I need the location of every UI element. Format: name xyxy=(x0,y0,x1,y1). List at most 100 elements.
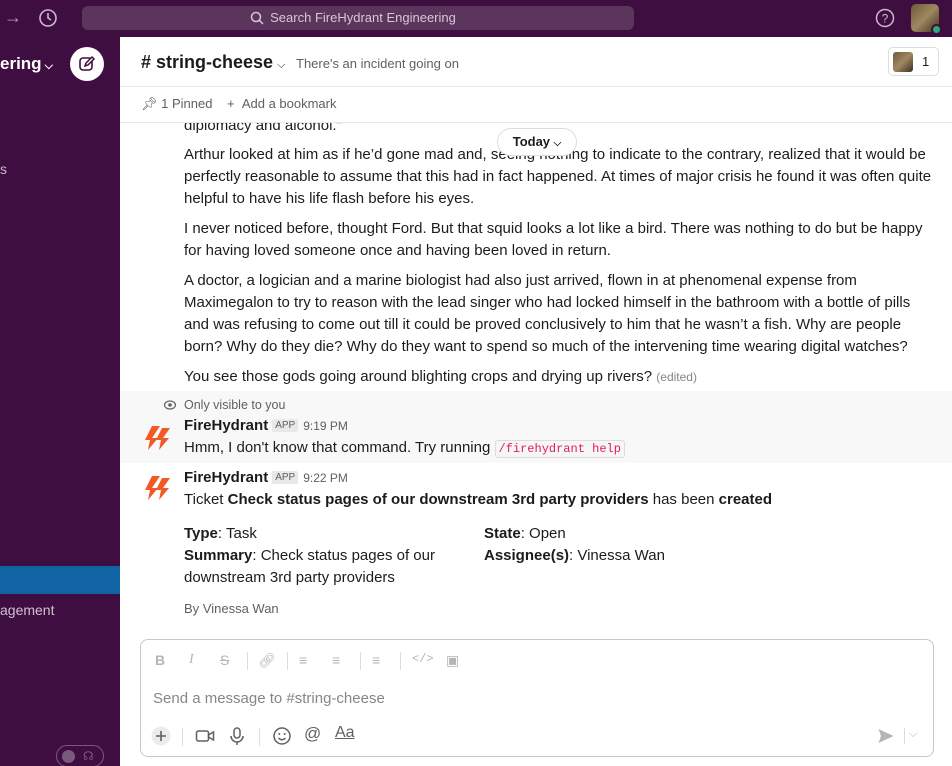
field-label: Summary xyxy=(184,547,253,564)
visibility-note: Only visible to you xyxy=(184,398,286,412)
sidebar-item-active[interactable] xyxy=(0,566,120,594)
edited-label: (edited) xyxy=(656,370,697,384)
channel-header: # string-cheese ⌵ There's an incident goi… xyxy=(120,37,952,87)
date-divider-button[interactable]: Today ⌵ xyxy=(497,128,577,156)
emoji-icon[interactable] xyxy=(272,726,292,746)
formatting-icon[interactable]: Aa xyxy=(335,724,355,744)
history-icon[interactable] xyxy=(38,8,58,28)
mention-icon[interactable]: @ xyxy=(304,724,321,744)
field-label: Assignee(s) xyxy=(484,547,570,564)
channel-topic[interactable]: There's an incident going on xyxy=(296,56,459,71)
ephemeral-message: Only visible to you FireHydrant APP 9:19 P… xyxy=(120,391,952,463)
blockquote-icon[interactable]: ≡ xyxy=(372,652,380,672)
message-list: diplomacy and alcohol.” Arthur looked at… xyxy=(120,123,952,638)
channel-name-button[interactable]: # string-cheese ⌵ xyxy=(141,52,285,73)
message-text: Hmm, I don't know that command. Try runn… xyxy=(184,439,491,456)
field-label: Type xyxy=(184,525,218,542)
date-divider-label: Today xyxy=(512,134,551,149)
toolbar-divider xyxy=(904,728,905,744)
toggle-knob xyxy=(62,749,75,763)
channel-name: # string-cheese xyxy=(141,52,274,72)
chevron-down-icon[interactable]: ⌵ xyxy=(909,728,917,741)
message-composer[interactable]: B I S 🔗︎ ≡ ≡ ≡ </> ▣ Send a message to #… xyxy=(140,639,934,757)
firehydrant-logo-icon[interactable] xyxy=(140,470,176,506)
search-bar[interactable]: Search FireHydrant Engineering xyxy=(82,6,634,30)
toolbar-divider xyxy=(182,728,183,746)
bulleted-list-icon[interactable]: ≡ xyxy=(332,652,340,672)
user-avatar[interactable] xyxy=(911,4,942,35)
field-value: : Check status pages of our xyxy=(252,547,435,564)
compose-icon xyxy=(79,55,96,71)
ordered-list-icon[interactable]: ≡ xyxy=(299,652,307,672)
help-icon[interactable]: ? xyxy=(875,8,895,28)
compose-button[interactable] xyxy=(70,47,104,81)
plus-circle-icon[interactable] xyxy=(151,726,171,746)
ticket-state-field: State: Open xyxy=(484,523,566,545)
bold-icon[interactable]: B xyxy=(155,652,165,672)
search-placeholder: Search FireHydrant Engineering xyxy=(270,10,456,25)
sender-name[interactable]: FireHydrant xyxy=(184,417,268,434)
sidebar-item-management[interactable]: agement xyxy=(0,602,54,618)
message-input[interactable]: Send a message to #string-cheese xyxy=(153,690,385,707)
pin-icon: 📌︎ xyxy=(141,96,158,111)
microphone-icon[interactable] xyxy=(228,726,246,746)
ticket-status-word: created xyxy=(718,491,773,508)
search-icon xyxy=(250,11,264,25)
ticket-summary-field-cont: downstream 3rd party providers xyxy=(184,569,395,586)
timestamp[interactable]: 9:19 PM xyxy=(303,419,348,433)
pinned-button[interactable]: 📌︎ 1 Pinned xyxy=(141,96,212,112)
toolbar-divider xyxy=(247,652,248,670)
members-button[interactable]: 1 xyxy=(888,47,939,76)
sender-name[interactable]: FireHydrant xyxy=(184,469,268,486)
message-header: FireHydrant APP 9:22 PM xyxy=(184,469,348,486)
chevron-down-icon: ⌵ xyxy=(277,59,286,71)
italic-icon[interactable]: I xyxy=(189,652,194,672)
app-badge: APP xyxy=(272,471,299,484)
headphones-icon: ☊ xyxy=(83,749,94,763)
message-header: FireHydrant APP 9:19 PM xyxy=(184,417,348,434)
sidebar-item-partial[interactable]: s xyxy=(0,161,7,177)
ticket-summary-field: Summary: Check status pages of our xyxy=(184,545,435,567)
strikethrough-icon[interactable]: S xyxy=(220,652,229,672)
add-bookmark-button[interactable]: + Add a bookmark xyxy=(227,96,337,111)
member-avatar xyxy=(893,52,913,72)
ticket-assignee-field: Assignee(s): Vinessa Wan xyxy=(484,545,665,567)
code-icon[interactable]: </> xyxy=(412,652,434,672)
code-block-icon[interactable]: ▣ xyxy=(446,652,459,672)
ticket-title: Check status pages of our downstream 3rd… xyxy=(227,491,649,508)
field-value: : Task xyxy=(217,525,257,542)
message-paragraph: A doctor, a logician and a marine biolog… xyxy=(184,272,911,355)
app-badge: APP xyxy=(272,419,299,432)
ticket-summary-line: Ticket Check status pages of our downstr… xyxy=(184,489,772,511)
presence-indicator xyxy=(931,24,942,35)
chevron-down-icon: ⌵ xyxy=(44,60,53,72)
forward-arrow-icon[interactable]: → xyxy=(4,7,22,27)
message-body: Hmm, I don't know that command. Try runn… xyxy=(184,437,625,460)
ticket-middle: has been xyxy=(652,491,715,508)
toolbar-divider xyxy=(360,652,361,670)
add-bookmark-label: Add a bookmark xyxy=(241,96,337,111)
workspace-menu[interactable]: ering ⌵ xyxy=(0,54,53,74)
command-code: /firehydrant help xyxy=(494,440,625,458)
svg-text:?: ? xyxy=(882,12,889,26)
timestamp[interactable]: 9:22 PM xyxy=(303,471,348,485)
ticket-prefix: Ticket xyxy=(184,491,224,508)
send-icon[interactable] xyxy=(877,727,895,745)
ticket-byline: By Vinessa Wan xyxy=(184,601,279,616)
field-value: : Vinessa Wan xyxy=(569,547,665,564)
toolbar-divider xyxy=(400,652,401,670)
eye-icon xyxy=(164,400,176,410)
message-text: You see those gods going around blightin… xyxy=(184,368,653,385)
pinned-label: 1 Pinned xyxy=(161,96,213,111)
workspace-name: ering xyxy=(0,54,42,73)
video-icon[interactable] xyxy=(195,726,215,746)
field-label: State xyxy=(484,525,521,542)
bookmarks-bar: 📌︎ 1 Pinned + Add a bookmark xyxy=(120,87,952,123)
field-value: : Open xyxy=(520,525,566,542)
toolbar-divider xyxy=(287,652,288,670)
toolbar-divider xyxy=(259,728,260,746)
firehydrant-logo-icon[interactable] xyxy=(140,420,176,456)
link-icon[interactable]: 🔗︎ xyxy=(258,652,276,672)
chevron-down-icon: ⌵ xyxy=(553,138,562,149)
huddle-toggle[interactable]: ☊ xyxy=(56,745,104,766)
